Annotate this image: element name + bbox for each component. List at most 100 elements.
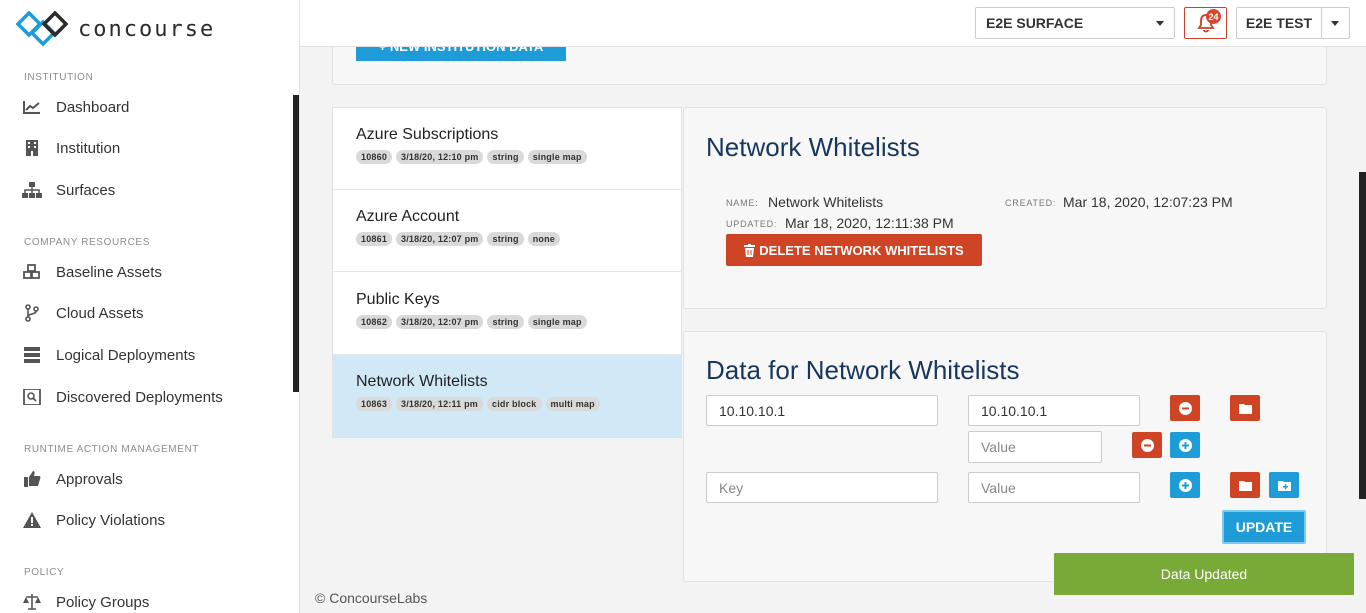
sidebar-item-label: Discovered Deployments [56, 388, 223, 406]
notification-count-badge: 24 [1206, 9, 1221, 24]
sidebar-item-baseline-assets[interactable]: Baseline Assets [22, 262, 162, 282]
key-input[interactable]: 10.10.10.1 [706, 395, 938, 426]
date-tag: 3/18/20, 12:07 pm [396, 232, 484, 246]
sidebar-item-label: Dashboard [56, 98, 130, 116]
type-tag: string [487, 150, 524, 164]
chart-line-icon [22, 97, 42, 117]
sidebar-item-label: Institution [56, 139, 121, 157]
date-tag: 3/18/20, 12:11 pm [396, 397, 483, 411]
sidebar-item-policy-violations[interactable]: Policy Violations [22, 510, 165, 530]
sidebar-item-approvals[interactable]: Approvals [22, 469, 123, 489]
sidebar-item-label: Baseline Assets [56, 263, 162, 281]
list-item[interactable]: Azure Account 10861 3/18/20, 12:07 pm st… [333, 190, 682, 272]
value-input[interactable]: Value [968, 472, 1140, 503]
sidebar-item-policy-groups[interactable]: Policy Groups [22, 592, 149, 612]
sidebar-item-discovered-deployments[interactable]: Discovered Deployments [22, 387, 223, 407]
value-input[interactable]: 10.10.10.1 [968, 395, 1140, 426]
top-bar: E2E SURFACE 24 E2E TEST [300, 0, 1366, 47]
plus-circle-icon [1178, 438, 1192, 452]
data-panel: Data for Network Whitelists 10.10.10.1 1… [683, 331, 1327, 582]
add-value-button[interactable] [1170, 472, 1200, 498]
trash-icon [744, 243, 756, 257]
type-tag: string [487, 315, 524, 329]
warning-icon [22, 510, 42, 530]
list-item-title: Network Whitelists [356, 373, 488, 390]
server-icon [22, 345, 42, 365]
code-branch-icon [22, 303, 42, 323]
structure-tag: single map [527, 150, 587, 164]
search-server-icon [22, 387, 42, 407]
sidebar-item-surfaces[interactable]: Surfaces [22, 180, 115, 200]
created-value: Mar 18, 2020, 12:07:23 PM [1063, 194, 1233, 210]
key-input[interactable]: Key [706, 472, 938, 503]
user-menu-button[interactable]: E2E TEST [1236, 7, 1322, 39]
institution-data-list: Azure Subscriptions 10860 3/18/20, 12:10… [332, 107, 682, 438]
delete-button-label: DELETE NETWORK WHITELISTS [759, 242, 964, 258]
add-folder-button[interactable] [1269, 472, 1299, 498]
minus-circle-icon [1178, 401, 1192, 415]
id-tag: 10863 [356, 397, 393, 411]
folder-button[interactable] [1230, 472, 1260, 498]
sidebar-item-label: Surfaces [56, 181, 116, 199]
brand-name: concourse [78, 16, 216, 42]
delete-button[interactable]: DELETE NETWORK WHITELISTS [726, 234, 982, 266]
sidebar-item-institution[interactable]: Institution [22, 138, 120, 158]
list-item-tags: 10860 3/18/20, 12:10 pm string single ma… [356, 150, 682, 164]
surface-select[interactable]: E2E SURFACE [975, 7, 1175, 39]
folder-button[interactable] [1230, 395, 1260, 421]
list-item[interactable]: Public Keys 10862 3/18/20, 12:07 pm stri… [333, 273, 682, 355]
sidebar-item-label: Approvals [56, 470, 123, 488]
list-item-tags: 10861 3/18/20, 12:07 pm string none [356, 232, 682, 246]
sidebar-item-cloud-assets[interactable]: Cloud Assets [22, 303, 144, 323]
user-menu-dropdown-toggle[interactable] [1322, 7, 1350, 39]
name-label: NAME: [726, 198, 759, 208]
date-tag: 3/18/20, 12:07 pm [396, 315, 484, 329]
minus-circle-icon [1140, 438, 1154, 452]
cubes-icon [22, 262, 42, 282]
folder-icon [1238, 403, 1252, 414]
sidebar-item-logical-deployments[interactable]: Logical Deployments [22, 345, 195, 365]
building-icon [22, 138, 42, 158]
brand-logo[interactable]: concourse [16, 11, 215, 47]
updated-value: Mar 18, 2020, 12:11:38 PM [785, 215, 954, 231]
list-item-title: Public Keys [356, 291, 440, 308]
date-tag: 3/18/20, 12:10 pm [396, 150, 484, 164]
sidebar-scrollbar[interactable] [293, 95, 299, 392]
section-institution: INSTITUTION [24, 72, 94, 83]
new-institution-data-button[interactable]: + NEW INSTITUTION DATA [356, 47, 566, 61]
plus-circle-icon [1178, 478, 1192, 492]
section-runtime-action-management: RUNTIME ACTION MANAGEMENT [24, 444, 200, 455]
sidebar-item-dashboard[interactable]: Dashboard [22, 97, 129, 117]
remove-key-button[interactable] [1170, 395, 1200, 421]
list-item-title: Azure Subscriptions [356, 126, 499, 143]
id-tag: 10862 [356, 315, 393, 329]
structure-tag: single map [527, 315, 587, 329]
add-value-button[interactable] [1170, 432, 1200, 458]
data-panel-title: Data for Network Whitelists [706, 355, 1020, 385]
remove-value-button[interactable] [1132, 432, 1162, 458]
detail-panel: Network Whitelists NAME: Network Whiteli… [683, 107, 1327, 309]
section-company-resources: COMPANY RESOURCES [24, 237, 150, 248]
value-input[interactable]: Value [968, 431, 1102, 463]
type-tag: cidr block [486, 397, 542, 411]
list-item[interactable]: Azure Subscriptions 10860 3/18/20, 12:10… [333, 108, 682, 190]
notifications-button[interactable]: 24 [1184, 7, 1227, 39]
folder-plus-icon [1277, 480, 1291, 491]
sidebar-item-label: Policy Violations [56, 511, 165, 529]
sidebar: concourse INSTITUTION Dashboard Institut… [0, 0, 300, 613]
concourse-logo-icon [16, 11, 68, 47]
list-item-title: Azure Account [356, 208, 460, 225]
list-item-active[interactable]: Network Whitelists 10863 3/18/20, 12:11 … [333, 355, 682, 437]
list-item-tags: 10863 3/18/20, 12:11 pm cidr block multi… [356, 397, 682, 411]
sidebar-item-label: Cloud Assets [56, 304, 144, 322]
update-button[interactable]: UPDATE [1222, 510, 1306, 544]
structure-tag: multi map [545, 397, 600, 411]
folder-icon [1238, 480, 1252, 491]
surface-select-value: E2E SURFACE [986, 15, 1084, 31]
id-tag: 10860 [356, 150, 393, 164]
main-scrollbar[interactable] [1359, 172, 1366, 499]
toast-notification[interactable]: Data Updated [1054, 553, 1354, 595]
structure-tag: none [527, 232, 560, 246]
institution-data-header-panel: + NEW INSTITUTION DATA [332, 47, 1327, 85]
id-tag: 10861 [356, 232, 393, 246]
